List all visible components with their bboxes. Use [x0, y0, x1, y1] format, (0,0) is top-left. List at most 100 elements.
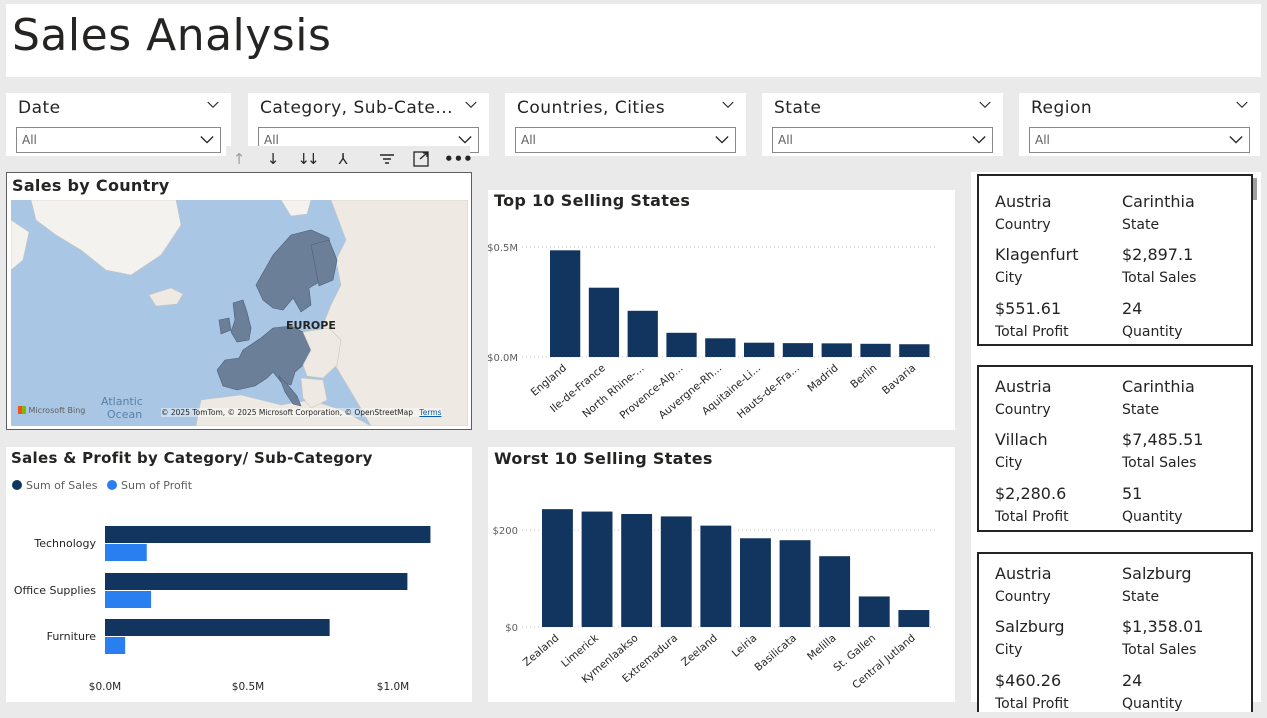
focus-mode-icon[interactable]: [410, 149, 432, 169]
europe-map: [11, 200, 468, 426]
visual-header-toolbar: ↑ ↓ ↓↓ ⅄ •••: [226, 146, 473, 172]
bar: [105, 637, 126, 654]
expand-hierarchy-icon[interactable]: ⅄: [332, 149, 354, 169]
chevron-down-icon[interactable]: [979, 99, 991, 111]
map-attribution: © 2025 TomTom, © 2025 Microsoft Corporat…: [161, 408, 442, 417]
card-label: State: [1122, 589, 1160, 605]
bar: [705, 338, 736, 357]
bar: [105, 544, 147, 561]
card-label: Total Profit: [995, 696, 1069, 712]
slicer-dropdown[interactable]: All: [16, 127, 221, 153]
y-tick-label: Office Supplies: [14, 584, 96, 597]
bar: [666, 332, 697, 357]
card-sales: $1,358.01: [1122, 617, 1204, 636]
slicer-value: All: [778, 133, 793, 147]
bar: [858, 596, 890, 627]
bing-logo: Microsoft Bing: [18, 406, 85, 415]
y-tick-label: Technology: [33, 537, 96, 550]
top10-chart-tile[interactable]: Top 10 Selling States $0.0M $0.5M England I…: [488, 190, 955, 430]
map-canvas[interactable]: EUROPE Atlantic Ocean Microsoft Bing © 2…: [11, 200, 468, 426]
y-tick-label: Furniture: [47, 630, 97, 643]
slicer-region[interactable]: Region All: [1019, 93, 1260, 156]
visual-title: Sales by Country: [12, 176, 170, 195]
card-city: Salzburg: [995, 617, 1065, 636]
card-label: Country: [995, 589, 1051, 605]
slicer-title: Category, Sub-Cate...: [260, 98, 454, 118]
x-tick-label: Zeeland: [679, 632, 719, 669]
slicer-title: State: [774, 98, 822, 118]
slicer-value: All: [264, 133, 279, 147]
slicer-title: Date: [18, 98, 61, 118]
worst10-chart-tile[interactable]: Worst 10 Selling States $0 $200 Zealand Lim…: [488, 447, 955, 702]
slicer-value: All: [521, 133, 536, 147]
bar: [105, 619, 330, 636]
filter-icon[interactable]: [376, 149, 398, 169]
card-quantity: 51: [1122, 484, 1143, 503]
card-label: Quantity: [1122, 509, 1183, 525]
bar: [581, 511, 613, 627]
card-quantity: 24: [1122, 299, 1143, 318]
bar: [588, 287, 620, 357]
category-bar-chart: $0.0M $0.5M $1.0M Technology Office Supplies…: [14, 526, 431, 693]
y-tick-label: $0.5M: [488, 243, 518, 254]
slicer-countries[interactable]: Countries, Cities All: [505, 93, 746, 156]
card-label: Total Sales: [1122, 642, 1197, 658]
card-city: Villach: [995, 430, 1048, 449]
chevron-down-icon[interactable]: [1236, 99, 1248, 111]
slicer-state[interactable]: State All: [762, 93, 1003, 156]
bar: [550, 250, 581, 357]
slicer-title: Countries, Cities: [517, 98, 666, 118]
bar: [627, 310, 658, 357]
more-options-icon[interactable]: •••: [444, 149, 473, 169]
slicer-date[interactable]: Date All: [6, 93, 231, 156]
card-label: Total Sales: [1122, 270, 1197, 286]
card-state: Carinthia: [1122, 192, 1195, 211]
bar: [105, 526, 431, 543]
chevron-down-icon: [458, 136, 472, 144]
bar: [105, 591, 152, 608]
detail-card: Austria Country Carinthia State Villach …: [977, 365, 1253, 532]
slicer-dropdown[interactable]: All: [515, 127, 736, 153]
card-label: City: [995, 270, 1023, 286]
bar: [105, 573, 408, 590]
chevron-down-icon[interactable]: [465, 99, 477, 111]
map-region-label: EUROPE: [286, 319, 336, 332]
card-label: City: [995, 455, 1023, 471]
x-tick-label: Leiria: [730, 632, 760, 660]
x-tick-label: $0.0M: [89, 681, 121, 693]
terms-link[interactable]: Terms: [419, 408, 441, 417]
card-label: Total Profit: [995, 509, 1069, 525]
x-tick-label: Berlin: [848, 362, 879, 391]
bar: [779, 540, 811, 627]
slicer-title: Region: [1031, 98, 1093, 118]
bar: [740, 538, 771, 627]
slicer-dropdown[interactable]: All: [1029, 127, 1250, 153]
card-label: Quantity: [1122, 324, 1183, 340]
details-card-list[interactable]: Austria Country Carinthia State Klagenfu…: [971, 172, 1261, 712]
expand-all-down-icon[interactable]: ↓↓: [296, 149, 319, 169]
card-sales: $2,897.1: [1122, 245, 1194, 264]
card-state: Carinthia: [1122, 377, 1195, 396]
bar: [819, 556, 851, 627]
y-tick-label: $0: [505, 623, 518, 634]
y-tick-label: $0.0M: [488, 353, 518, 364]
drill-up-icon[interactable]: ↑: [228, 149, 250, 169]
card-label: Quantity: [1122, 696, 1183, 712]
title-banner: Sales Analysis: [6, 4, 1261, 77]
category-chart-tile[interactable]: Sales & Profit by Category/ Sub-Category…: [6, 447, 472, 702]
x-tick-label: Madrid: [805, 362, 840, 394]
chevron-down-icon[interactable]: [207, 99, 219, 111]
worst10-bar-chart: $0$200ZealandLimerickKymenlaaksoExtremad…: [493, 509, 938, 692]
drill-down-icon[interactable]: ↓: [262, 149, 284, 169]
card-country: Austria: [995, 377, 1052, 396]
slicer-dropdown[interactable]: All: [772, 127, 993, 153]
top10-bar-chart: $0.0M$0.5MEnglandIle-de-FranceNorth Rhin…: [488, 243, 938, 422]
card-state: Salzburg: [1122, 564, 1192, 583]
card-label: Total Profit: [995, 324, 1069, 340]
chevron-down-icon: [972, 136, 986, 144]
card-country: Austria: [995, 564, 1052, 583]
chevron-down-icon[interactable]: [722, 99, 734, 111]
card-label: State: [1122, 402, 1160, 418]
map-visual[interactable]: Sales by Country EUROPE Atlantic Ocean M…: [6, 172, 472, 430]
detail-card: Austria Country Carinthia State Klagenfu…: [977, 174, 1253, 346]
